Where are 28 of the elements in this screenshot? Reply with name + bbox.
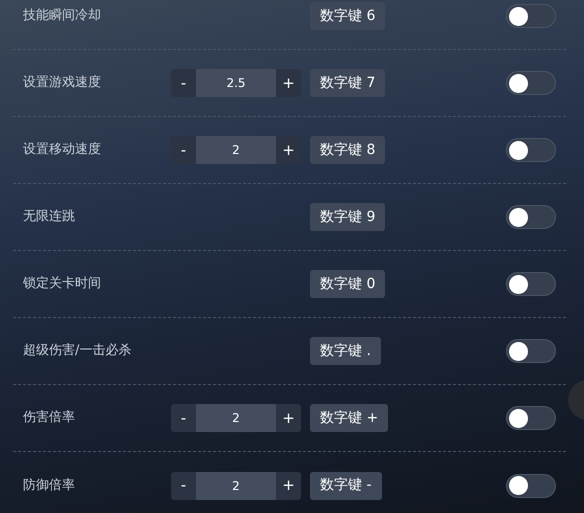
toggle-switch[interactable] (506, 474, 556, 498)
toggle-switch[interactable] (506, 138, 556, 162)
value-field[interactable]: 2 (196, 404, 276, 432)
toggle-switch[interactable] (506, 272, 556, 296)
hotkey-button[interactable]: 数字键 7 (310, 69, 386, 97)
setting-label: 超级伤害/一击必杀 (23, 342, 132, 360)
toggle-switch[interactable] (506, 4, 556, 28)
hotkey-button[interactable]: 数字键 . (310, 337, 381, 365)
value-field[interactable]: 2 (196, 472, 276, 500)
value-field[interactable]: 2 (196, 136, 276, 164)
setting-label: 伤害倍率 (23, 409, 76, 428)
hotkey-button[interactable]: 数字键 + (310, 404, 388, 432)
hotkey-button[interactable]: 数字键 0 (310, 270, 386, 298)
setting-label: 防御倍率 (23, 476, 76, 495)
hotkey-button[interactable]: 数字键 6 (310, 2, 386, 30)
hotkey-button[interactable]: 数字键 9 (310, 203, 386, 231)
hotkey-button[interactable]: 数字键 - (310, 472, 382, 500)
toggle-switch[interactable] (506, 205, 556, 229)
setting-label: 无限连跳 (23, 208, 76, 226)
setting-label: 技能瞬间冷却 (23, 7, 102, 26)
toggle-switch[interactable] (506, 71, 556, 95)
setting-label: 设置移动速度 (23, 141, 102, 160)
setting-label: 锁定关卡时间 (23, 275, 102, 294)
toggle-switch[interactable] (506, 406, 556, 430)
setting-label: 设置游戏速度 (23, 74, 102, 92)
hotkey-button[interactable]: 数字键 8 (310, 136, 386, 164)
toggle-switch[interactable] (506, 339, 556, 363)
value-field[interactable]: 2.5 (196, 69, 276, 97)
